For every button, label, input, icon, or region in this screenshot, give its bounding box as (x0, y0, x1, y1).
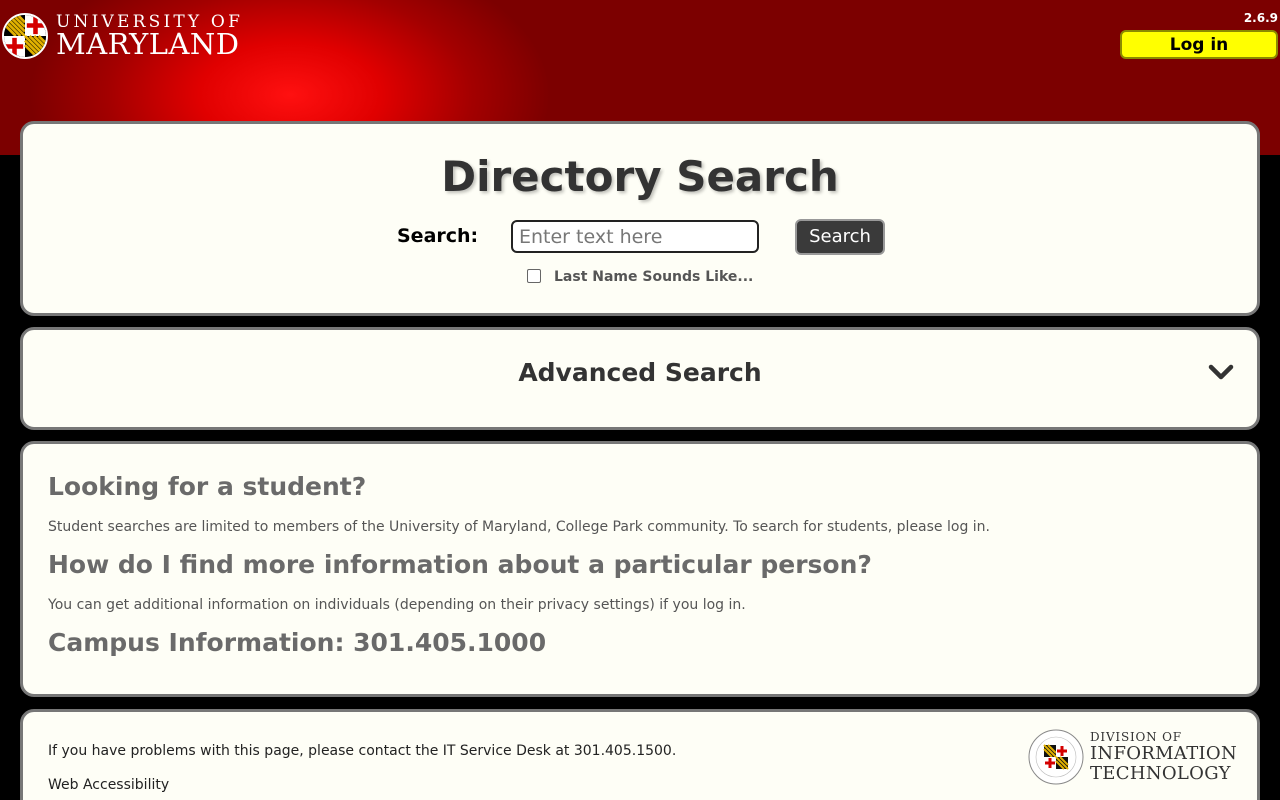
student-text: Student searches are limited to members … (48, 519, 990, 535)
page-title: Directory Search (441, 152, 839, 201)
maryland-seal-icon (2, 13, 48, 59)
umd-logo[interactable]: UNIVERSITY OF MARYLAND (2, 12, 243, 60)
search-button[interactable]: Search (795, 219, 885, 255)
person-text: You can get additional information on in… (48, 597, 746, 613)
soundex-checkbox[interactable] (527, 269, 541, 283)
soundex-label[interactable]: Last Name Sounds Like... (554, 269, 753, 285)
doit-line-2: INFORMATION (1090, 743, 1238, 764)
advanced-search-panel[interactable]: Advanced Search (20, 327, 1260, 430)
advanced-search-title[interactable]: Advanced Search (23, 358, 1257, 387)
version-label: 2.6.9 (1243, 11, 1278, 25)
chevron-down-icon[interactable] (1208, 362, 1234, 382)
doit-name: DIVISION OF INFORMATION TECHNOLOGY (1090, 731, 1237, 783)
doit-seal-icon (1028, 729, 1084, 785)
person-heading: How do I find more information about a p… (48, 550, 872, 579)
search-panel: Directory Search Search: Search Last Nam… (20, 121, 1260, 316)
logo-line-2: MARYLAND (56, 26, 240, 61)
info-panel: Looking for a student? Student searches … (20, 441, 1260, 697)
footer-panel: If you have problems with this page, ple… (20, 709, 1260, 800)
doit-logo[interactable]: DIVISION OF INFORMATION TECHNOLOGY (1028, 729, 1237, 785)
help-text: If you have problems with this page, ple… (48, 743, 677, 759)
search-label: Search: (397, 225, 479, 247)
student-heading: Looking for a student? (48, 472, 367, 501)
login-button[interactable]: Log in (1120, 30, 1278, 59)
university-name: UNIVERSITY OF MARYLAND (56, 13, 243, 61)
web-accessibility-link[interactable]: Web Accessibility (48, 777, 169, 793)
search-input[interactable] (511, 220, 759, 253)
campus-info-heading: Campus Information: 301.405.1000 (48, 628, 547, 657)
doit-line-1: DIVISION OF (1090, 730, 1182, 744)
doit-line-3: TECHNOLOGY (1090, 763, 1231, 784)
